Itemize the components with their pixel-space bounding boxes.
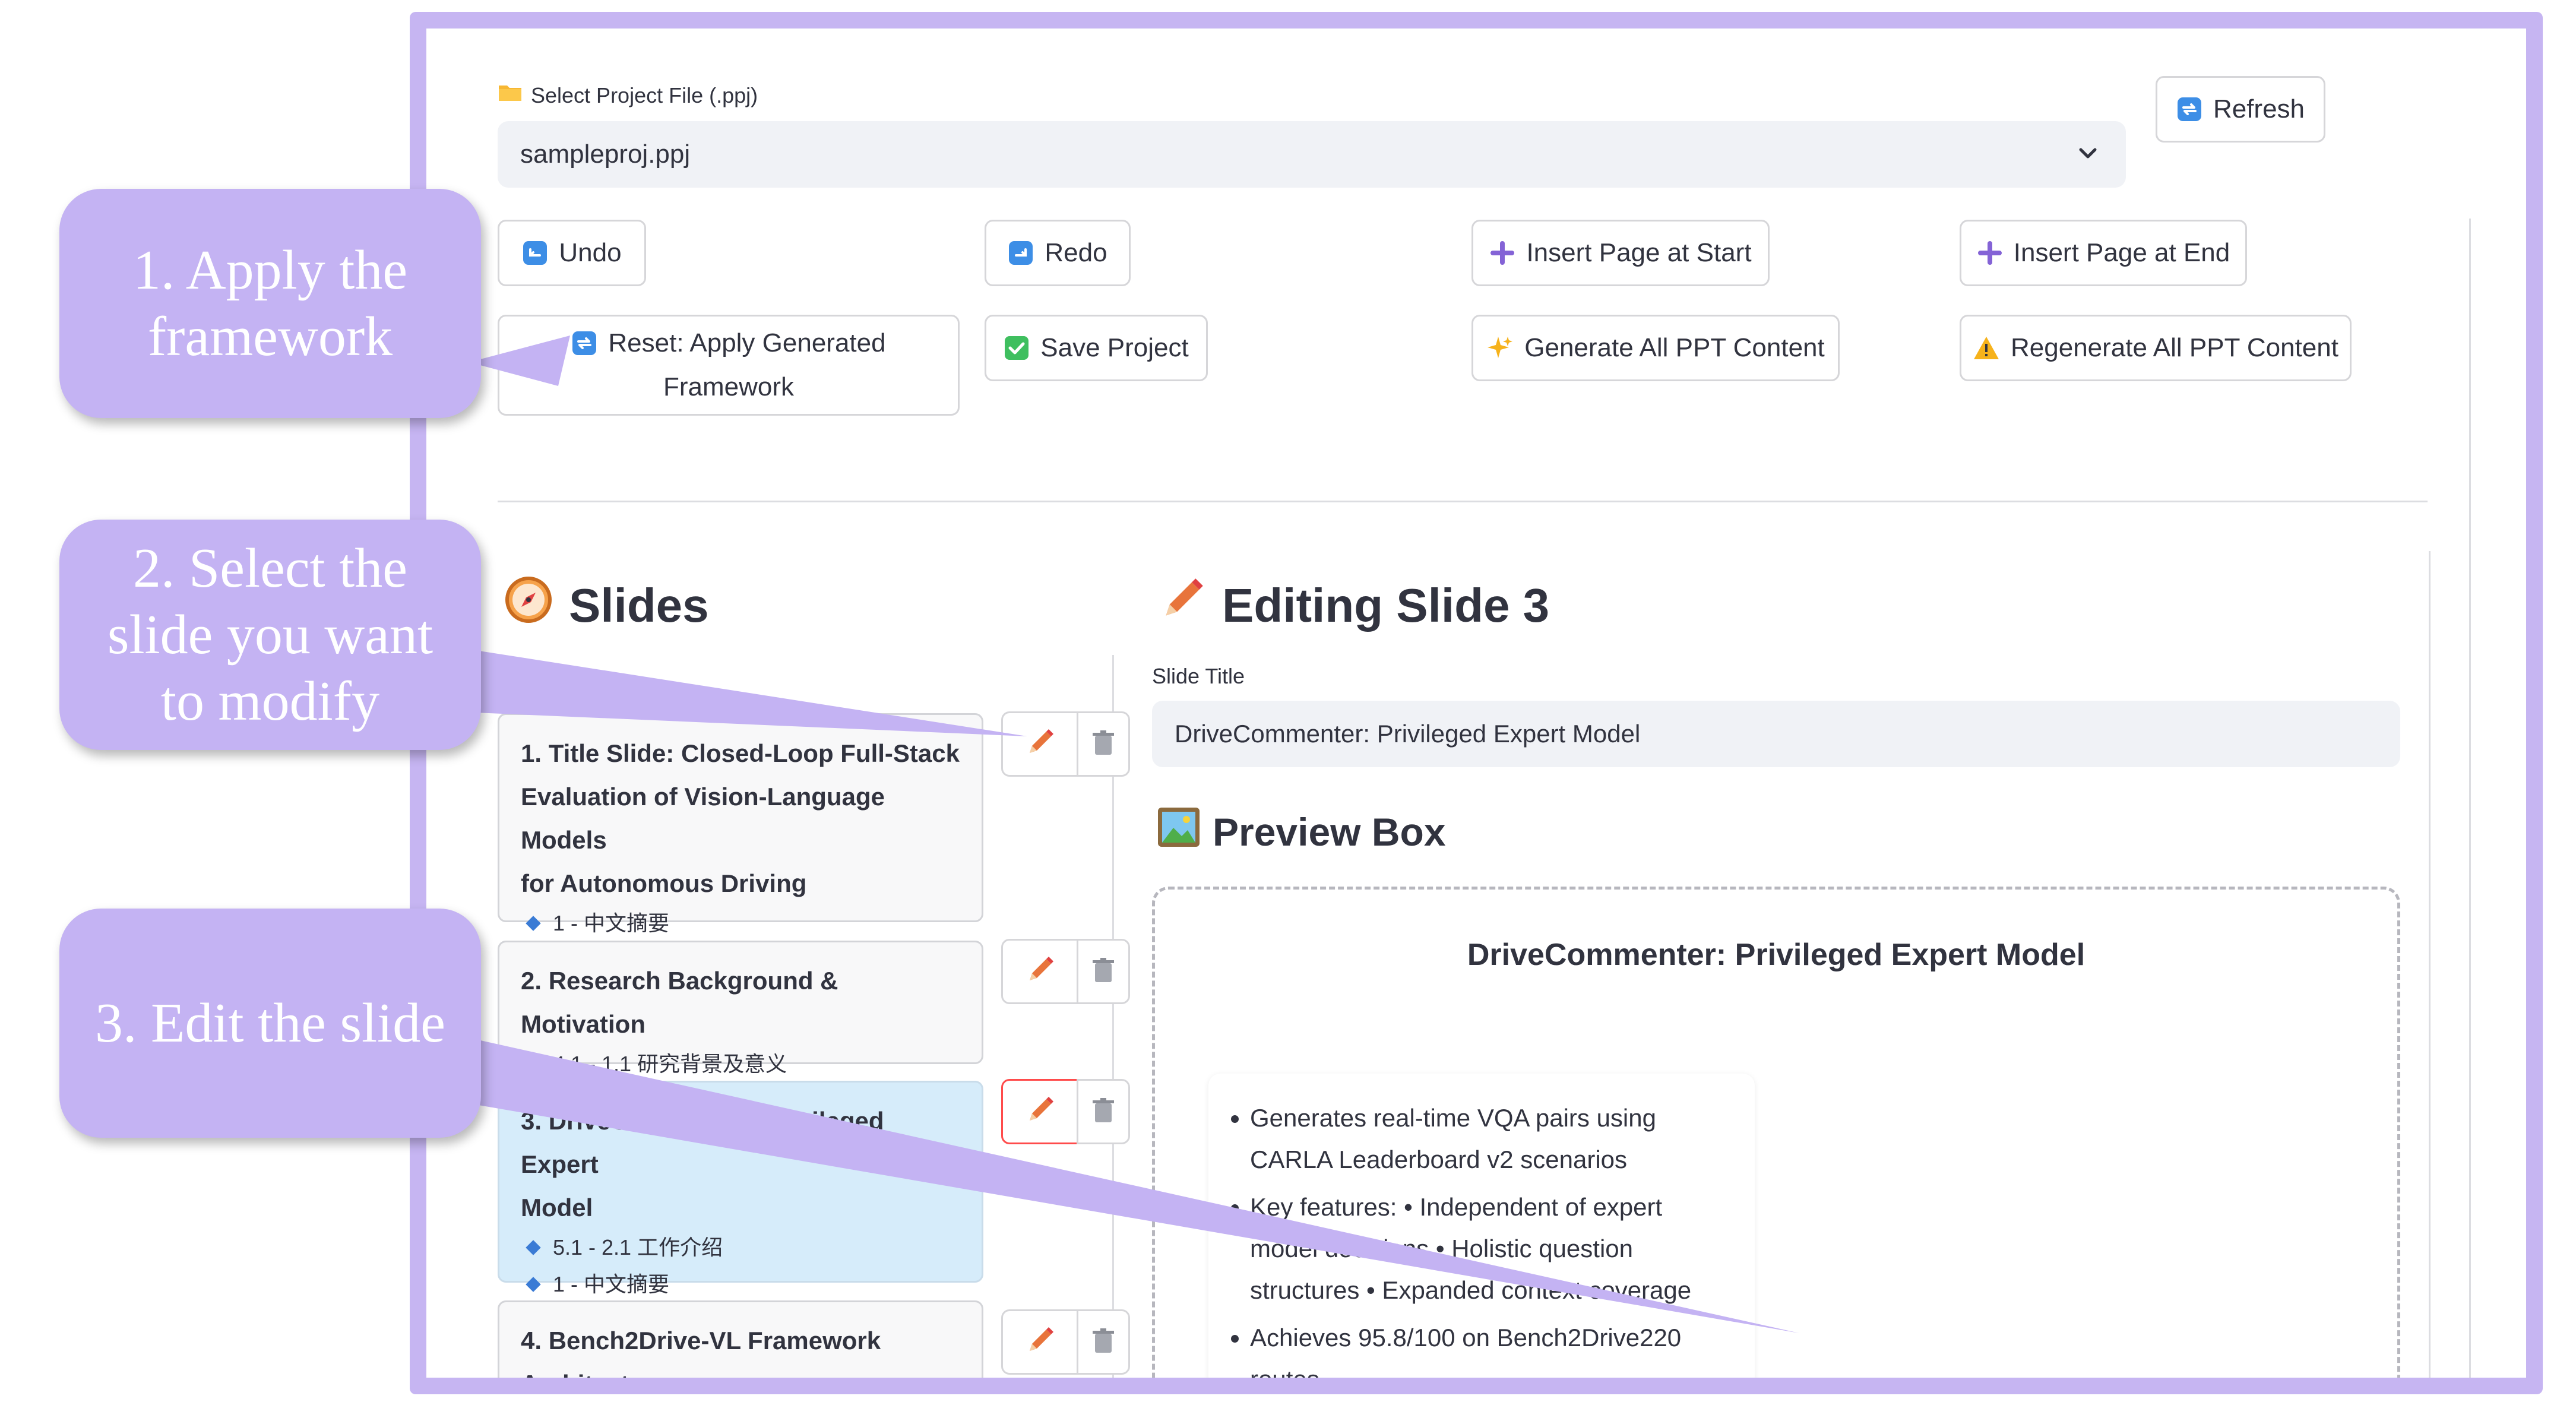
callout-3-pointer [475, 1039, 1799, 1333]
callout-3-text: 3. Edit the slide [94, 992, 446, 1054]
callout-1-text: 1. Apply the framework [132, 239, 408, 368]
callout-edit-slide: 3. Edit the slide [59, 909, 481, 1138]
callout-apply-framework: 1. Apply the framework [59, 189, 481, 418]
callout-2-pointer [475, 650, 1027, 736]
callout-1-pointer [469, 336, 570, 386]
callout-2-text: 2. Select the slide you want to modify [107, 537, 433, 732]
callout-select-slide: 2. Select the slide you want to modify [59, 520, 481, 750]
